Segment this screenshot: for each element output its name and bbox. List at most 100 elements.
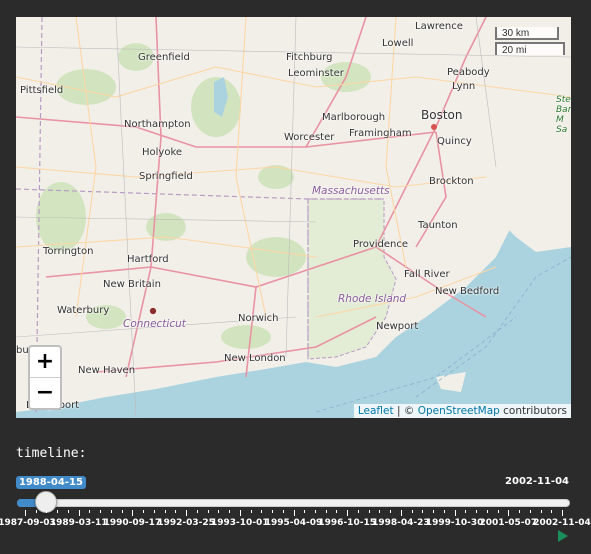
zoom-out-button[interactable]: − — [30, 377, 60, 408]
place-label-newlondon: New London — [224, 353, 286, 364]
slider-minor-tick — [89, 510, 91, 513]
slider-minor-tick — [465, 510, 467, 513]
slider-minor-tick — [67, 510, 69, 513]
slider-tick — [25, 510, 26, 516]
slider-minor-tick — [390, 510, 392, 513]
slider-minor-tick — [486, 510, 488, 513]
timeline-label: timeline: — [16, 446, 87, 461]
place-label-worcester: Worcester — [284, 132, 335, 143]
slider-minor-tick — [336, 510, 338, 513]
zoom-in-button[interactable]: + — [30, 347, 60, 377]
slider-minor-tick — [35, 510, 37, 513]
place-label-hartford: Hartford — [127, 254, 169, 265]
slider-tick — [562, 510, 563, 516]
slider-tick — [454, 510, 456, 516]
slider-tick-label: 1990-09-17 — [103, 518, 162, 528]
slider-tick — [78, 510, 80, 516]
slider-tick — [132, 510, 134, 516]
place-label-springfield: Springfield — [139, 171, 193, 182]
place-label-leominster: Leominster — [288, 68, 344, 79]
slider-minor-tick — [175, 510, 177, 513]
slider-tick-label: 2001-05-07 — [479, 518, 538, 528]
slider-tick — [400, 510, 402, 516]
slider-minor-tick — [519, 510, 521, 513]
place-label-connecticut: Connecticut — [123, 318, 186, 330]
place-label-torrington: Torrington — [43, 246, 94, 257]
slider-tick-label: 1996-10-15 — [318, 518, 376, 528]
place-label-newbritain: New Britain — [103, 279, 161, 290]
slider-minor-tick — [261, 510, 263, 513]
slider-minor-tick — [357, 510, 359, 513]
slider-minor-tick — [551, 510, 553, 513]
slider-tick-label: 1998-04-23 — [372, 518, 430, 528]
slider-tick-label: 1999-10-30 — [425, 518, 484, 528]
slider-minor-tick — [282, 510, 284, 513]
slider-minor-tick — [540, 510, 542, 513]
slider-minor-tick — [164, 510, 166, 513]
osm-link[interactable]: OpenStreetMap — [418, 405, 500, 417]
place-label-newhaven: New Haven — [78, 365, 136, 376]
slider-minor-tick — [143, 510, 145, 513]
slider-minor-tick — [314, 510, 316, 513]
place-label-northampton: Northampton — [124, 119, 191, 130]
place-label-taunton: Taunton — [418, 220, 458, 231]
place-label-waterbury: Waterbury — [57, 305, 110, 316]
slider-tick-label: 1993-10-01 — [211, 518, 269, 528]
slider-tick — [186, 510, 188, 516]
place-label-providence: Providence — [353, 239, 409, 250]
slider-minor-tick — [304, 510, 306, 513]
slider-tick-label: 1995-04-09 — [264, 518, 323, 528]
slider-minor-tick — [422, 510, 424, 513]
place-label-fallriver: Fall River — [404, 269, 450, 280]
slider-minor-tick — [153, 510, 155, 513]
slider-minor-tick — [57, 510, 59, 513]
slider-minor-tick — [110, 510, 112, 513]
place-label-lawrence: Lawrence — [415, 21, 463, 32]
place-label-norwich: Norwich — [238, 313, 279, 324]
slider-minor-tick — [100, 510, 102, 513]
scale-mi: 20 mi — [495, 42, 565, 56]
place-label-boston: Boston — [421, 108, 463, 122]
place-label-holyoke: Holyoke — [142, 147, 183, 158]
place-label-framingham: Framingham — [349, 128, 412, 139]
scale-control: 30 km 20 mi — [495, 27, 565, 56]
place-label-greenfield: Greenfield — [138, 52, 190, 63]
attribution-rest: contributors — [499, 405, 567, 417]
place-label-massachusetts: Massachusetts — [312, 185, 390, 197]
place-label-brockton: Brockton — [429, 176, 474, 187]
slider-value-bubble: 1988-04-15 — [15, 476, 86, 489]
slider-minor-tick — [272, 510, 274, 513]
place-label-lowell: Lowell — [382, 38, 414, 49]
slider-tick — [239, 510, 241, 516]
slider-minor-tick — [433, 510, 435, 513]
slider-minor-tick — [121, 510, 123, 513]
slider-tick — [508, 510, 510, 516]
place-label-newbedford: New Bedford — [435, 286, 500, 297]
slider-minor-tick — [368, 510, 370, 513]
slider-minor-tick — [476, 510, 478, 513]
map[interactable]: Lawrence Lowell Greenfield Fitchburg Leomins… — [16, 17, 571, 418]
slider-tick-label: 1987-09-03 — [0, 518, 56, 528]
place-label-peabody: Peabody — [447, 67, 490, 78]
attribution-sep: | © — [393, 405, 418, 417]
slider-minor-tick — [411, 510, 413, 513]
slider-track[interactable] — [17, 499, 570, 507]
slider-minor-tick — [218, 510, 220, 513]
place-label-marlborough: Marlborough — [322, 112, 386, 123]
slider-max-label: 2002-11-04 — [505, 476, 569, 487]
slider-tick-label: 2002-11-04 — [533, 518, 591, 528]
slider-minor-tick — [207, 510, 209, 513]
slider-tick — [347, 510, 349, 516]
zoom-control: + − — [28, 345, 62, 410]
slider-minor-tick — [325, 510, 327, 513]
slider-minor-tick — [529, 510, 531, 513]
slider-minor-tick — [250, 510, 252, 513]
slider-minor-tick — [46, 510, 48, 513]
place-label-fitchburg: Fitchburg — [286, 52, 333, 63]
leaflet-link[interactable]: Leaflet — [358, 405, 394, 417]
slider-minor-tick — [229, 510, 231, 513]
slider-minor-tick — [379, 510, 381, 513]
slider-tick — [293, 510, 295, 516]
play-icon[interactable] — [558, 530, 568, 542]
slider-tick-label: 1989-03-11 — [49, 518, 108, 528]
